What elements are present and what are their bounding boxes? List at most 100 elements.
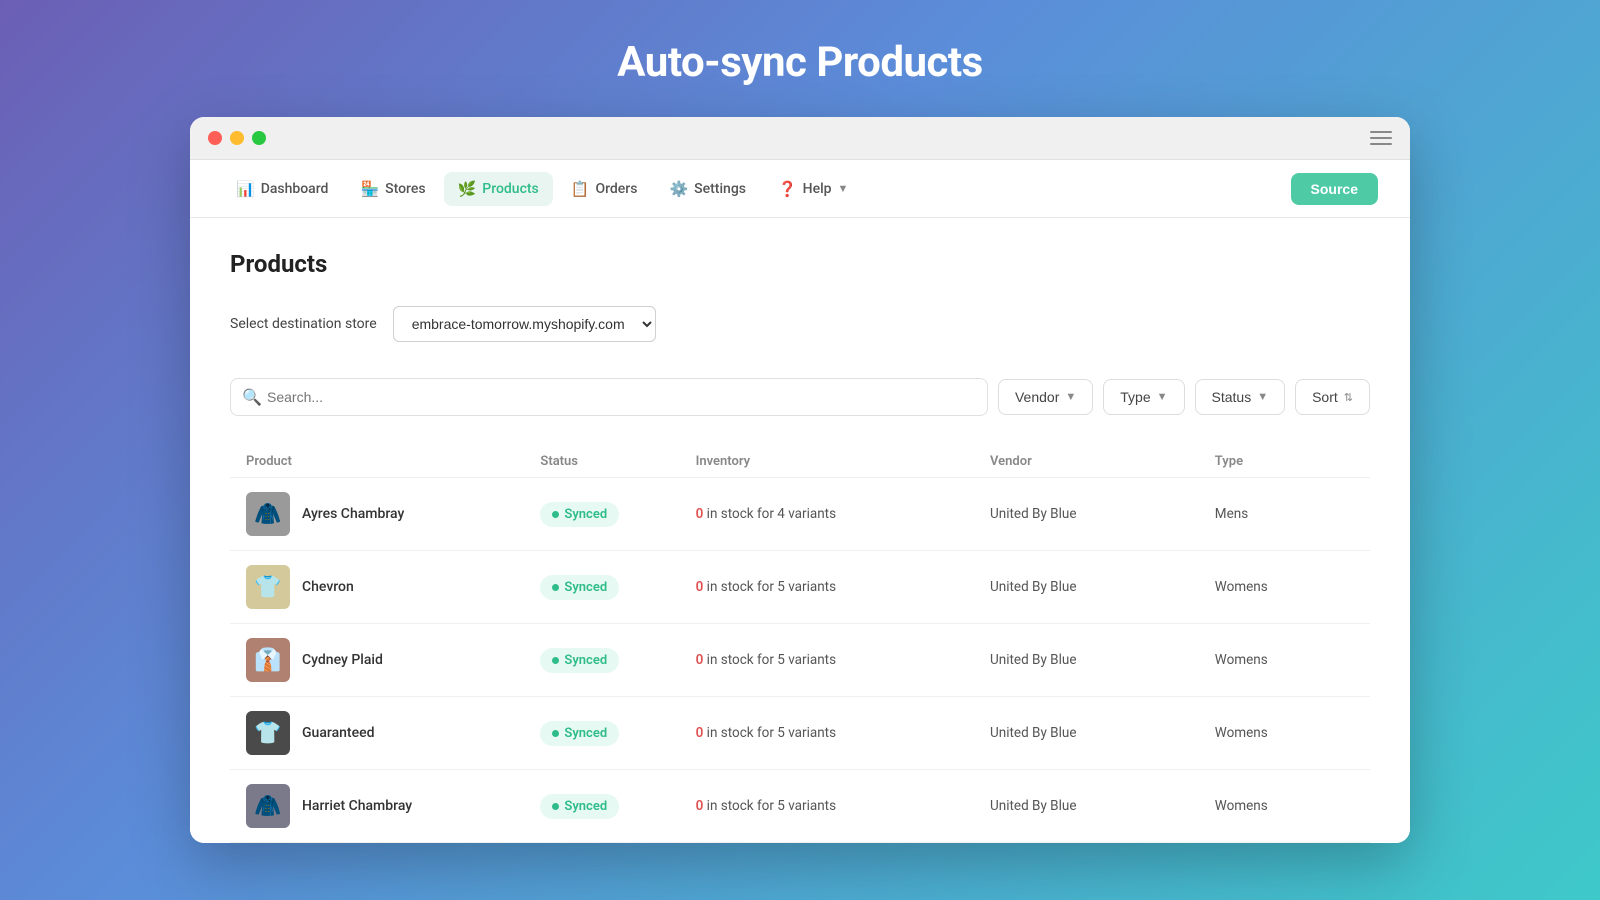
status-dot-2 xyxy=(552,584,559,591)
status-dot-4 xyxy=(552,730,559,737)
inventory-text-5: in stock for 5 variants xyxy=(703,798,836,814)
search-input[interactable] xyxy=(230,378,988,416)
nav-item-dashboard[interactable]: 📊 Dashboard xyxy=(222,172,342,206)
vendor-cell-5: United By Blue xyxy=(990,798,1199,814)
table-row[interactable]: 👕 Guaranteed Synced 0 in stock for 5 var… xyxy=(230,697,1370,770)
vendor-filter-label: Vendor xyxy=(1015,389,1059,405)
status-badge-1: Synced xyxy=(540,502,619,527)
filter-bar: 🔍 Vendor ▼ Type ▼ Status ▼ Sort ⇅ xyxy=(230,366,1370,428)
product-cell-3: 👔 Cydney Plaid xyxy=(246,638,524,682)
menu-icon[interactable] xyxy=(1370,131,1392,145)
status-chevron-icon: ▼ xyxy=(1257,391,1268,403)
header-product: Product xyxy=(246,454,524,469)
status-dot-5 xyxy=(552,803,559,810)
product-cell-4: 👕 Guaranteed xyxy=(246,711,524,755)
settings-icon: ⚙️ xyxy=(669,180,688,198)
type-filter-button[interactable]: Type ▼ xyxy=(1103,379,1184,415)
sort-label: Sort xyxy=(1312,389,1338,405)
product-thumb-3: 👔 xyxy=(246,638,290,682)
navbar: 📊 Dashboard 🏪 Stores 🌿 Products 📋 Orders… xyxy=(190,160,1410,218)
type-filter-label: Type xyxy=(1120,389,1150,405)
product-name-4: Guaranteed xyxy=(302,725,374,741)
type-cell-2: Womens xyxy=(1215,579,1354,595)
type-cell-3: Womens xyxy=(1215,652,1354,668)
inventory-cell-5: 0 in stock for 5 variants xyxy=(696,798,974,814)
table-row[interactable]: 👔 Cydney Plaid Synced 0 in stock for 5 v… xyxy=(230,624,1370,697)
status-label-1: Synced xyxy=(564,507,607,522)
close-button[interactable] xyxy=(208,131,222,145)
inventory-cell-1: 0 in stock for 4 variants xyxy=(696,506,974,522)
header-inventory: Inventory xyxy=(696,454,974,469)
status-cell-4: Synced xyxy=(540,721,679,746)
products-heading: Products xyxy=(230,250,1370,278)
inventory-cell-3: 0 in stock for 5 variants xyxy=(696,652,974,668)
nav-item-products[interactable]: 🌿 Products xyxy=(444,172,553,206)
source-button[interactable]: Source xyxy=(1291,173,1378,205)
inventory-cell-2: 0 in stock for 5 variants xyxy=(696,579,974,595)
window-controls xyxy=(208,131,266,145)
type-chevron-icon: ▼ xyxy=(1157,391,1168,403)
nav-item-orders[interactable]: 📋 Orders xyxy=(557,172,652,206)
app-window: 📊 Dashboard 🏪 Stores 🌿 Products 📋 Orders… xyxy=(190,117,1410,843)
header-status: Status xyxy=(540,454,679,469)
vendor-cell-3: United By Blue xyxy=(990,652,1199,668)
status-label-5: Synced xyxy=(564,799,607,814)
status-badge-4: Synced xyxy=(540,721,619,746)
stores-icon: 🏪 xyxy=(360,180,379,198)
product-cell-1: 🧥 Ayres Chambray xyxy=(246,492,524,536)
products-table: Product Status Inventory Vendor Type 🧥 A… xyxy=(230,446,1370,843)
sort-button[interactable]: Sort ⇅ xyxy=(1295,379,1370,415)
status-badge-2: Synced xyxy=(540,575,619,600)
page-title: Auto-sync Products xyxy=(617,0,982,117)
status-badge-3: Synced xyxy=(540,648,619,673)
product-thumb-1: 🧥 xyxy=(246,492,290,536)
product-name-1: Ayres Chambray xyxy=(302,506,404,522)
status-label-4: Synced xyxy=(564,726,607,741)
help-chevron-icon: ▼ xyxy=(838,182,849,195)
store-select-row: Select destination store embrace-tomorro… xyxy=(230,306,1370,342)
table-header: Product Status Inventory Vendor Type xyxy=(230,446,1370,478)
inventory-text-4: in stock for 5 variants xyxy=(703,725,836,741)
type-cell-1: Mens xyxy=(1215,506,1354,522)
inventory-text-3: in stock for 5 variants xyxy=(703,652,836,668)
nav-item-stores[interactable]: 🏪 Stores xyxy=(346,172,439,206)
nav-label-help: Help xyxy=(803,181,832,197)
nav-items: 📊 Dashboard 🏪 Stores 🌿 Products 📋 Orders… xyxy=(222,172,1291,206)
inventory-text-1: in stock for 4 variants xyxy=(703,506,836,522)
product-thumb-5: 🧥 xyxy=(246,784,290,828)
inventory-text-2: in stock for 5 variants xyxy=(703,579,836,595)
search-wrapper: 🔍 xyxy=(230,378,988,416)
product-thumb-2: 👕 xyxy=(246,565,290,609)
nav-label-stores: Stores xyxy=(385,181,425,197)
vendor-cell-1: United By Blue xyxy=(990,506,1199,522)
status-cell-2: Synced xyxy=(540,575,679,600)
maximize-button[interactable] xyxy=(252,131,266,145)
status-cell-1: Synced xyxy=(540,502,679,527)
store-select-dropdown[interactable]: embrace-tomorrow.myshopify.com xyxy=(393,306,656,342)
vendor-filter-button[interactable]: Vendor ▼ xyxy=(998,379,1093,415)
header-type: Type xyxy=(1215,454,1354,469)
nav-label-orders: Orders xyxy=(595,181,637,197)
nav-item-settings[interactable]: ⚙️ Settings xyxy=(655,172,760,206)
status-label-3: Synced xyxy=(564,653,607,668)
nav-label-dashboard: Dashboard xyxy=(261,181,329,197)
nav-label-products: Products xyxy=(482,181,539,197)
table-row[interactable]: 🧥 Ayres Chambray Synced 0 in stock for 4… xyxy=(230,478,1370,551)
store-select-label: Select destination store xyxy=(230,316,377,332)
nav-item-help[interactable]: ❓ Help ▼ xyxy=(764,172,862,206)
table-row[interactable]: 👕 Chevron Synced 0 in stock for 5 varian… xyxy=(230,551,1370,624)
inventory-cell-4: 0 in stock for 5 variants xyxy=(696,725,974,741)
products-icon: 🌿 xyxy=(458,180,477,198)
help-icon: ❓ xyxy=(778,180,797,198)
search-icon: 🔍 xyxy=(242,388,262,407)
product-cell-5: 🧥 Harriet Chambray xyxy=(246,784,524,828)
status-filter-button[interactable]: Status ▼ xyxy=(1195,379,1286,415)
minimize-button[interactable] xyxy=(230,131,244,145)
dashboard-icon: 📊 xyxy=(236,180,255,198)
nav-label-settings: Settings xyxy=(694,181,746,197)
product-thumb-4: 👕 xyxy=(246,711,290,755)
table-row[interactable]: 🧥 Harriet Chambray Synced 0 in stock for… xyxy=(230,770,1370,843)
product-cell-2: 👕 Chevron xyxy=(246,565,524,609)
vendor-chevron-icon: ▼ xyxy=(1065,391,1076,403)
main-content: Products Select destination store embrac… xyxy=(190,218,1410,843)
